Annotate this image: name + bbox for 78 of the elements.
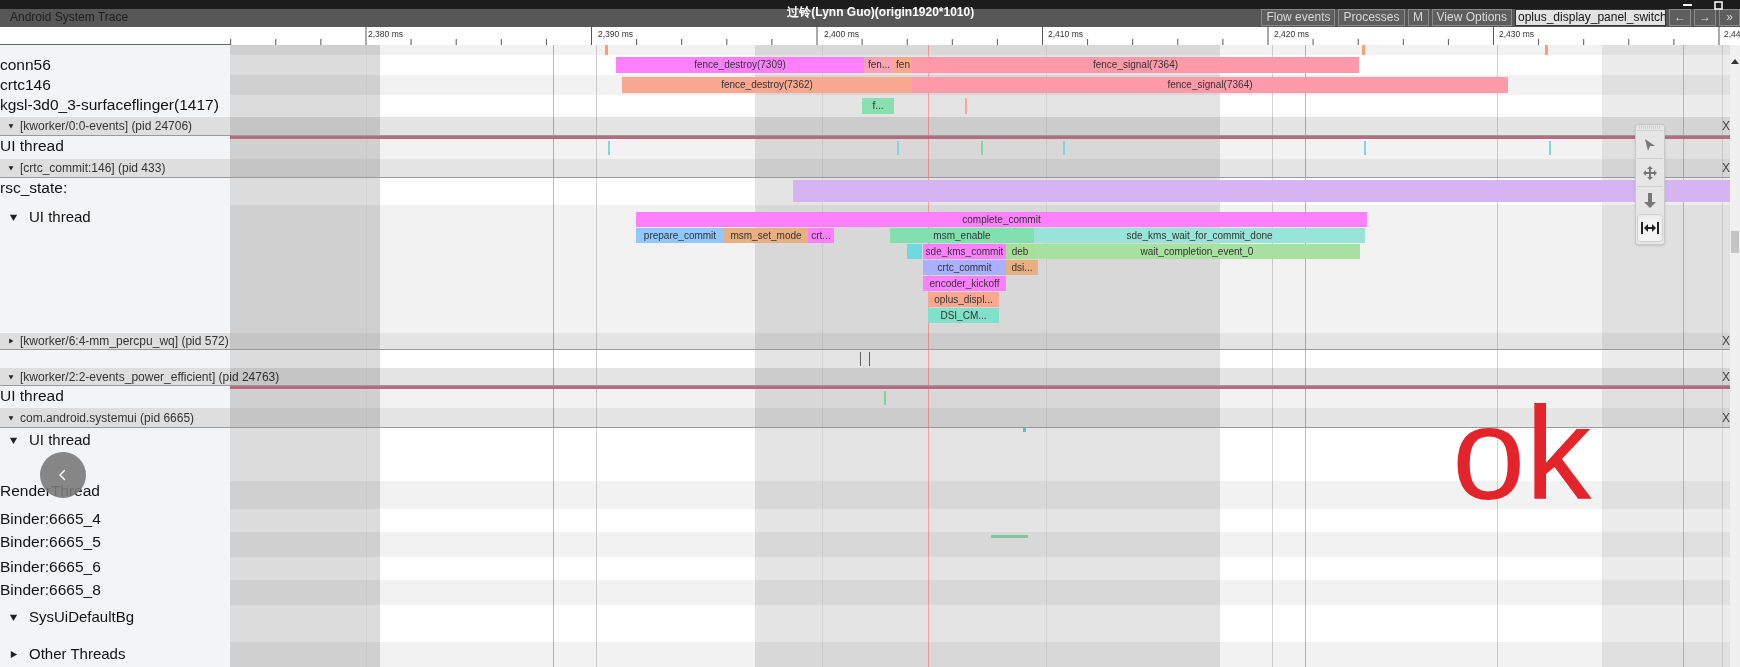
tick-label: 2,44 [1724, 28, 1740, 41]
app-name: Android System Trace [9, 9, 130, 26]
chevron-left-icon [59, 469, 67, 481]
trace-slice[interactable]: msm_enable [890, 228, 1034, 243]
trace-slice[interactable]: fence_destroy(7362) [622, 77, 912, 93]
maximize-icon[interactable] [1714, 1, 1723, 10]
scroll-up-icon[interactable] [1731, 59, 1739, 64]
tick-label: 2,380 ms [368, 28, 403, 41]
scrollbar-thumb[interactable] [1731, 231, 1739, 253]
trace-slice[interactable]: fen [894, 57, 912, 73]
trace-slice[interactable]: encoder_kickoff [923, 276, 1006, 291]
thread-name[interactable]: UI thread [29, 430, 91, 450]
thread-name: kgsl-3d0_3-surfaceflinger(1417) [0, 95, 219, 115]
annotation-text: ok [1452, 388, 1592, 520]
expanded-triangle-icon[interactable] [9, 435, 18, 445]
trace-slice[interactable]: fen... [864, 57, 894, 73]
thread-name: rsc_state: [0, 178, 68, 198]
expanded-triangle-icon[interactable] [8, 414, 14, 421]
close-process-button[interactable]: X [1722, 411, 1730, 424]
process-header[interactable]: [kworker/2:2-events_power_efficient] (pid 24763) [20, 367, 280, 386]
collapsed-triangle-icon[interactable] [8, 338, 14, 344]
trace-slice[interactable]: crtc_commit [923, 260, 1006, 275]
thread-name[interactable]: SysUiDefaultBg [29, 607, 135, 627]
close-process-button[interactable]: X [1722, 120, 1730, 132]
fit-width-icon [1641, 222, 1659, 234]
thread-name: Binder:6665_5 [0, 532, 101, 552]
toolbar-button[interactable]: ← [1669, 9, 1691, 26]
thread-name: UI thread [0, 136, 64, 156]
tick-label: 2,420 ms [1274, 28, 1309, 41]
toolbar-button[interactable]: Flow events [1261, 9, 1336, 26]
trace-slice[interactable]: dsi... [1006, 260, 1038, 275]
expanded-triangle-icon[interactable] [8, 165, 14, 171]
toolbar-button[interactable]: → [1694, 9, 1716, 26]
thread-name: Binder:6665_4 [0, 509, 101, 529]
toolbar-button[interactable]: M [1407, 9, 1429, 26]
thread-name: Binder:6665_8 [0, 580, 101, 600]
thread-name: conn56 [0, 55, 51, 75]
tick-label: 2,430 ms [1499, 28, 1534, 41]
toolbar-button[interactable]: » [1719, 9, 1740, 26]
thread-name[interactable]: UI thread [29, 207, 91, 227]
thread-name[interactable]: Other Threads [29, 644, 126, 664]
collapsed-triangle-icon[interactable] [9, 649, 18, 659]
trace-slice[interactable]: msm_set_mode [724, 228, 808, 243]
trace-slice[interactable]: oplus_displ... [928, 292, 999, 307]
trace-slice[interactable]: sde_kms_commit [923, 244, 1006, 259]
down-arrow-icon [1644, 193, 1656, 208]
close-process-button[interactable]: X [1722, 335, 1730, 347]
grip-icon[interactable] [1639, 125, 1661, 130]
trace-slice[interactable]: crt... [808, 228, 834, 243]
toolbar-button[interactable]: View Options [1431, 9, 1512, 26]
trace-slice[interactable]: deb [1006, 244, 1034, 259]
trace-slice[interactable]: sde_kms_wait_for_commit_done [1034, 228, 1365, 243]
tick-label: 2,400 ms [824, 28, 859, 41]
trace-slice[interactable]: DSI_CM... [928, 308, 999, 323]
thread-name: crtc146 [0, 75, 51, 95]
tick-label: 2,410 ms [1048, 28, 1083, 41]
thread-name: UI thread [0, 386, 64, 406]
trace-slice[interactable]: wait_completion_event_0 [1034, 244, 1360, 259]
tool-button[interactable] [1637, 214, 1663, 242]
close-process-button[interactable]: X [1722, 370, 1730, 383]
expanded-triangle-icon[interactable] [8, 123, 14, 129]
expanded-triangle-icon[interactable] [9, 212, 18, 222]
tick-label: 2,390 ms [598, 28, 633, 41]
trace-slice[interactable]: fence_signal(7364) [912, 57, 1359, 73]
thread-name: Binder:6665_6 [0, 557, 101, 577]
pointer-icon [1644, 137, 1656, 152]
window-title: 过铃(Lynn Guo)(origin1920*1010) [786, 4, 976, 21]
trace-slice[interactable]: complete_commit [636, 212, 1367, 227]
trace-slice[interactable]: f... [862, 98, 894, 114]
scrollbar[interactable] [1730, 45, 1740, 667]
move-icon [1643, 165, 1657, 180]
trace-slice[interactable]: prepare_commit [636, 228, 724, 243]
trace-slice[interactable]: fence_destroy(7309) [616, 57, 864, 73]
trace-slice[interactable]: fence_signal(7364) [912, 77, 1508, 93]
expanded-triangle-icon[interactable] [8, 373, 14, 380]
close-process-button[interactable]: X [1722, 162, 1730, 174]
toolbar-button[interactable]: Processes [1338, 9, 1405, 26]
expanded-triangle-icon[interactable] [9, 612, 18, 622]
